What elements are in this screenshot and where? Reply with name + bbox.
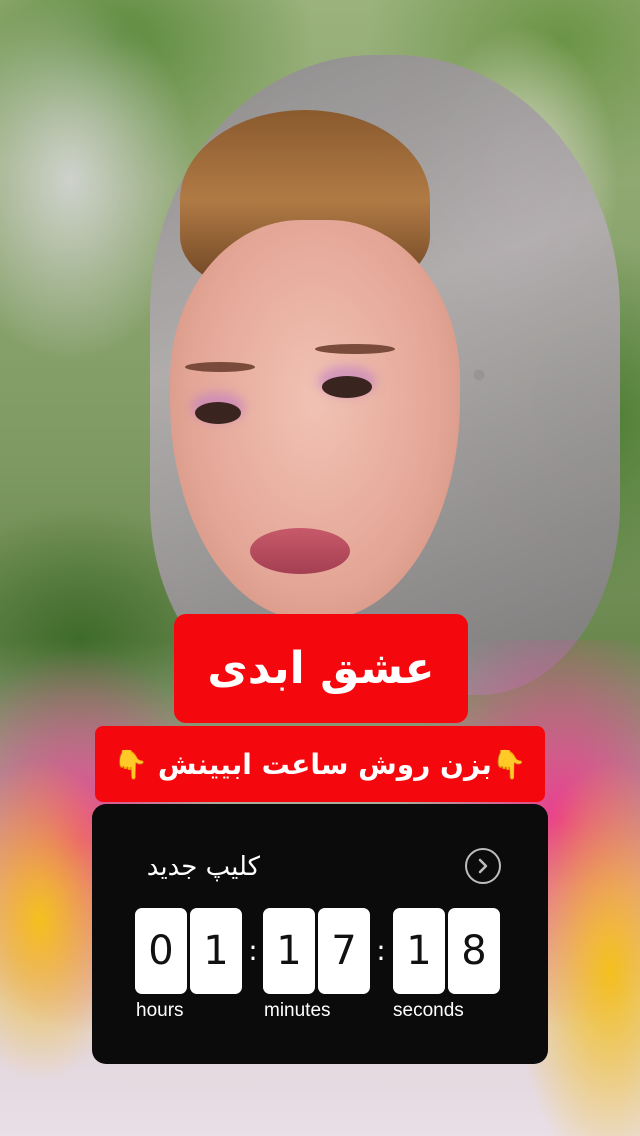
title-sticker: عشق ابدی	[174, 614, 468, 723]
chevron-right-circle-icon[interactable]	[465, 848, 501, 884]
lips	[250, 528, 350, 574]
countdown-sticker[interactable]: کلیپ جدید 0 1 : 1 7 : 1 8 hours minutes …	[92, 804, 548, 1064]
seconds-digit-2: 8	[448, 908, 500, 994]
seconds-label: seconds	[393, 1000, 464, 1021]
left-eye	[195, 402, 241, 424]
left-eyebrow	[185, 362, 255, 372]
right-eyebrow	[315, 344, 395, 354]
countdown-title: کلیپ جدید	[146, 852, 260, 882]
hours-digit-2: 1	[190, 908, 242, 994]
hours-digit-1: 0	[135, 908, 187, 994]
minutes-digit-2: 7	[318, 908, 370, 994]
title-text: عشق ابدی	[207, 643, 435, 694]
minutes-label: minutes	[264, 1000, 331, 1021]
subtitle-sticker: 👇 بزن روش ساعت ابیینش👇	[95, 726, 545, 802]
hours-label: hours	[136, 1000, 184, 1021]
minutes-digit-1: 1	[263, 908, 315, 994]
colon-separator: :	[376, 934, 386, 967]
right-eye	[322, 376, 372, 398]
seconds-digit-1: 1	[393, 908, 445, 994]
subtitle-text: 👇 بزن روش ساعت ابیینش👇	[113, 747, 527, 781]
colon-separator: :	[248, 934, 258, 967]
chevron-right-icon	[478, 858, 488, 874]
